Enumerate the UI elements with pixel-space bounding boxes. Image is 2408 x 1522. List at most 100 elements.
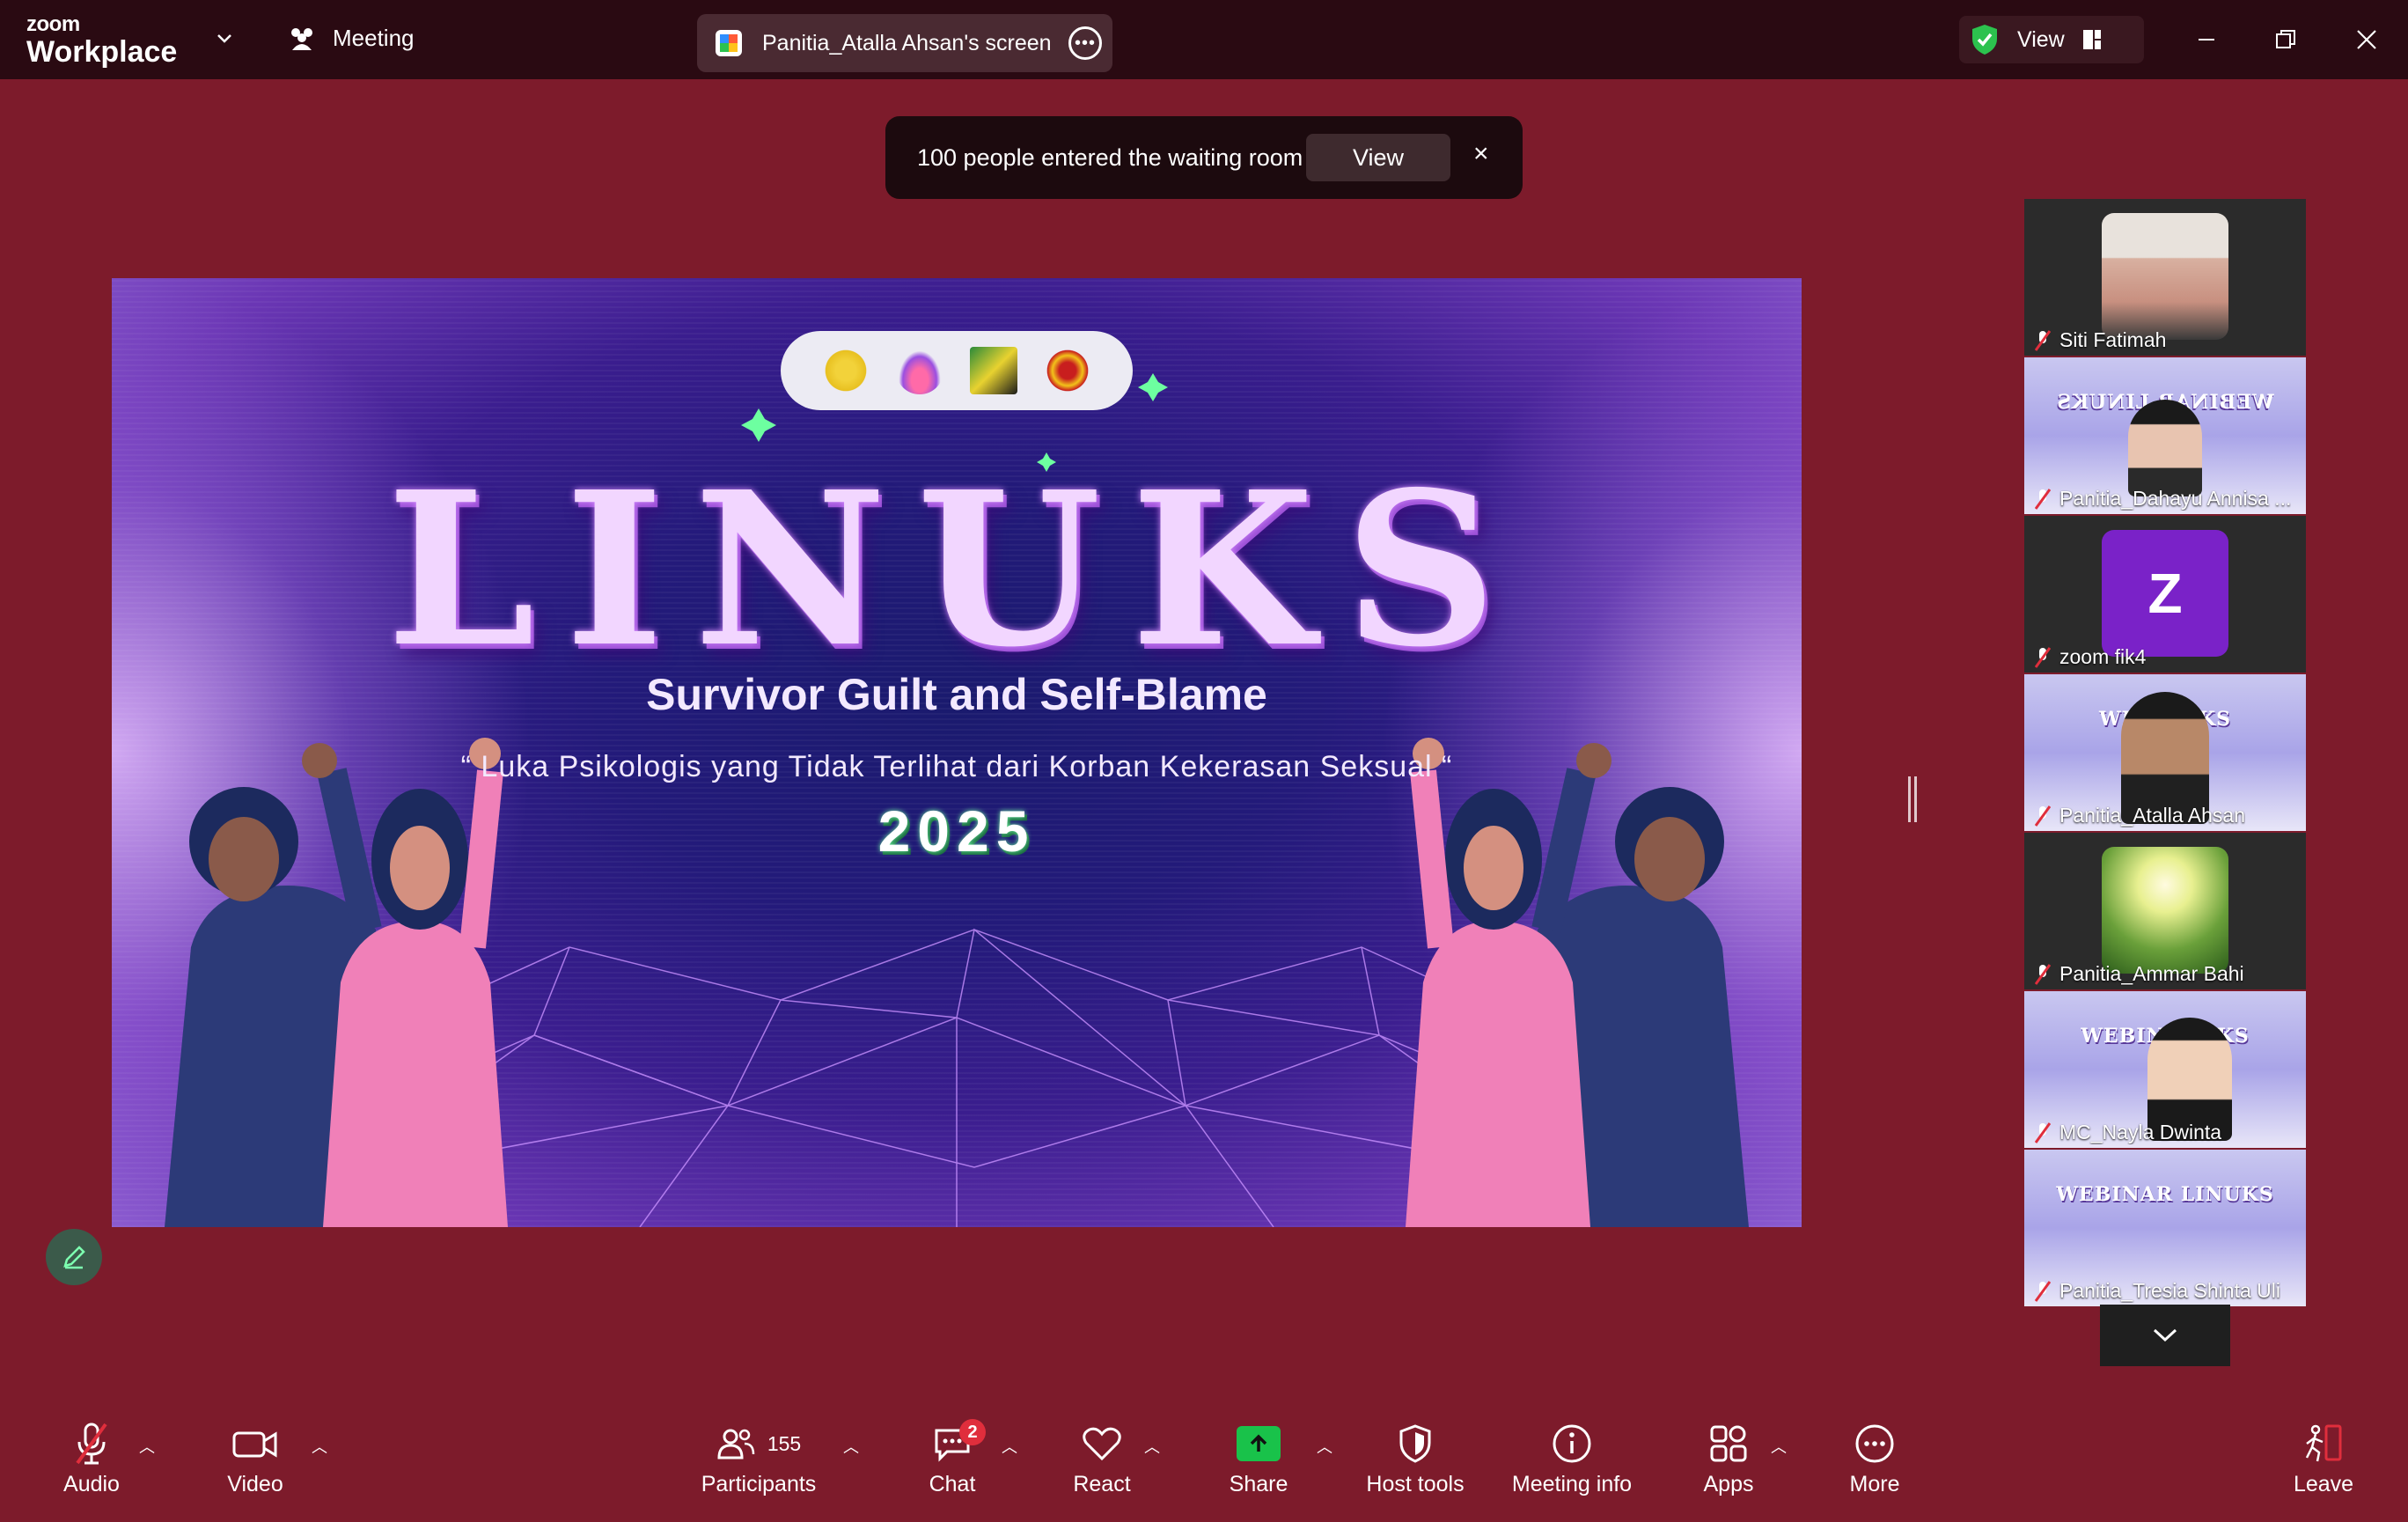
participant-tile[interactable]: Panitia_Ammar Bahi [2024, 833, 2306, 989]
chat-options-caret-icon[interactable]: ︿ [1002, 1435, 1017, 1458]
logo-scales-icon [822, 347, 870, 394]
react-button[interactable]: React [1031, 1419, 1172, 1497]
chat-button[interactable]: 2 Chat [882, 1419, 1023, 1497]
react-options-caret-icon[interactable]: ︿ [1144, 1435, 1160, 1458]
gallery-scroll-down-button[interactable] [2100, 1305, 2230, 1366]
shield-icon [1399, 1424, 1431, 1463]
participant-photo [2102, 213, 2228, 340]
apps-options-caret-icon[interactable]: ︿ [1771, 1435, 1787, 1458]
video-button[interactable]: Video [185, 1419, 326, 1497]
brand-big: Workplace [26, 35, 178, 69]
annotate-button[interactable] [46, 1229, 102, 1285]
leave-button[interactable]: Leave [2253, 1419, 2394, 1497]
title-bar: zoom Workplace Meeting Panitia_Atalla Ah… [0, 0, 2408, 79]
participants-button[interactable]: 155 Participants [688, 1419, 829, 1497]
meeting-menu[interactable]: Meeting [287, 25, 415, 52]
participants-icon [717, 1429, 755, 1460]
muted-mic-icon [76, 1423, 107, 1465]
share-button[interactable]: Share [1188, 1419, 1329, 1497]
panel-resize-handle[interactable] [1908, 776, 1917, 822]
participant-tile[interactable]: Siti Fatimah [2024, 199, 2306, 356]
minimize-icon [2199, 39, 2214, 40]
share-screen-icon [1237, 1426, 1281, 1461]
audio-label: Audio [63, 1472, 120, 1496]
logo-emblem-icon [1044, 347, 1091, 394]
share-options-caret-icon[interactable]: ︿ [1317, 1435, 1332, 1458]
more-label: More [1849, 1472, 1900, 1496]
logo-lotus-icon [896, 347, 943, 394]
audio-options-caret-icon[interactable]: ︿ [139, 1435, 155, 1458]
apps-grid-icon [1710, 1425, 1747, 1462]
zoom-workplace-logo: zoom Workplace [26, 14, 178, 69]
chat-unread-badge: 2 [959, 1419, 986, 1445]
close-window-button[interactable] [2346, 19, 2387, 60]
muted-mic-icon [2035, 488, 2051, 510]
meeting-info-label: Meeting info [1511, 1472, 1633, 1496]
audio-button[interactable]: Audio [21, 1419, 162, 1497]
chevron-down-icon [2153, 1328, 2177, 1342]
pencil-icon [63, 1246, 85, 1269]
apps-button[interactable]: Apps [1658, 1419, 1799, 1497]
muted-mic-icon [2035, 646, 2051, 668]
restore-button[interactable] [2265, 19, 2306, 60]
meeting-label: Meeting [333, 25, 415, 51]
share-label: Share [1229, 1472, 1288, 1496]
view-group[interactable]: View [1959, 16, 2144, 63]
waiting-room-notification: 100 people entered the waiting room View… [885, 116, 1523, 199]
shared-screen-pill[interactable]: Panitia_Atalla Ahsan's screen ••• [697, 14, 1112, 72]
participant-name-row: MC_Nayla Dwinta [2035, 1121, 2221, 1144]
participants-label: Participants [701, 1472, 817, 1496]
view-label[interactable]: View [2017, 27, 2065, 53]
slide-tagline: “ Luka Psikologis yang Tidak Terlihat da… [460, 750, 1453, 783]
participant-name: Panitia_Dahayu Annisa ... [2059, 487, 2292, 510]
participant-tile[interactable]: WEBINAR LINUKS Panitia_Dahayu Annisa ... [2024, 357, 2306, 514]
minimize-button[interactable] [2186, 19, 2227, 60]
participant-tile[interactable]: Z zoom fik4 [2024, 516, 2306, 673]
participant-name-row: Panitia_Ammar Bahi [2035, 962, 2244, 986]
muted-mic-icon [2035, 805, 2051, 827]
video-label: Video [227, 1472, 283, 1496]
meeting-people-icon [291, 27, 312, 50]
security-shield-icon[interactable] [1970, 23, 2000, 56]
meeting-toolbar: Audio ︿ Video ︿ 155 Participants ︿ 2 Cha… [0, 1405, 2408, 1522]
shared-screen-content: LINUKS Survivor Guilt and Self-Blame “ L… [112, 278, 1802, 1227]
participant-tile[interactable]: WEB NUKS Panitia_Atalla Ahsan [2024, 674, 2306, 831]
host-tools-button[interactable]: Host tools [1345, 1419, 1486, 1497]
muted-mic-icon [2035, 963, 2051, 985]
info-icon [1553, 1424, 1591, 1463]
participants-count: 155 [767, 1431, 802, 1455]
logo-square-icon [970, 347, 1017, 394]
participant-tile[interactable]: WEBINA INKS MC_Nayla Dwinta [2024, 991, 2306, 1148]
restore-icon [2276, 30, 2295, 48]
meeting-info-button[interactable]: Meeting info [1501, 1419, 1642, 1497]
participant-name: Panitia_Tresia Shinta Uli [2059, 1279, 2280, 1302]
participant-name-row: Panitia_Atalla Ahsan [2035, 804, 2245, 827]
more-options-icon[interactable]: ••• [1068, 26, 1102, 60]
participants-options-caret-icon[interactable]: ︿ [843, 1435, 859, 1458]
close-icon [2357, 30, 2376, 49]
participant-photo [2102, 847, 2228, 974]
react-label: React [1073, 1472, 1131, 1496]
chat-label: Chat [929, 1472, 976, 1496]
view-layout-icon[interactable] [2082, 29, 2102, 50]
slide-title: LINUKS [386, 445, 1527, 694]
muted-mic-icon [2035, 329, 2051, 351]
slide-subtitle: Survivor Guilt and Self-Blame [646, 670, 1267, 719]
participant-overlay-text: WEBINAR LINUKS [2056, 1183, 2274, 1206]
participant-name: Panitia_Ammar Bahi [2059, 962, 2244, 985]
notification-close-icon[interactable]: × [1473, 139, 1489, 169]
muted-mic-icon [2035, 1280, 2051, 1302]
host-tools-label: Host tools [1366, 1472, 1465, 1496]
notification-view-button[interactable]: View [1306, 134, 1450, 181]
leave-door-icon [2305, 1424, 2342, 1462]
chevron-down-icon[interactable] [215, 28, 234, 48]
leave-label: Leave [2293, 1472, 2354, 1496]
participant-avatar: Z [2102, 530, 2228, 657]
slide-year: 2025 [877, 798, 1036, 864]
participant-name-row: zoom fik4 [2035, 645, 2146, 669]
more-button[interactable]: More [1804, 1419, 1945, 1497]
participant-video [2128, 400, 2202, 496]
video-options-caret-icon[interactable]: ︿ [312, 1435, 327, 1458]
participant-tile[interactable]: WEBINAR LINUKS Panitia_Tresia Shinta Uli [2024, 1150, 2306, 1306]
notification-text: 100 people entered the waiting room [917, 143, 1303, 171]
